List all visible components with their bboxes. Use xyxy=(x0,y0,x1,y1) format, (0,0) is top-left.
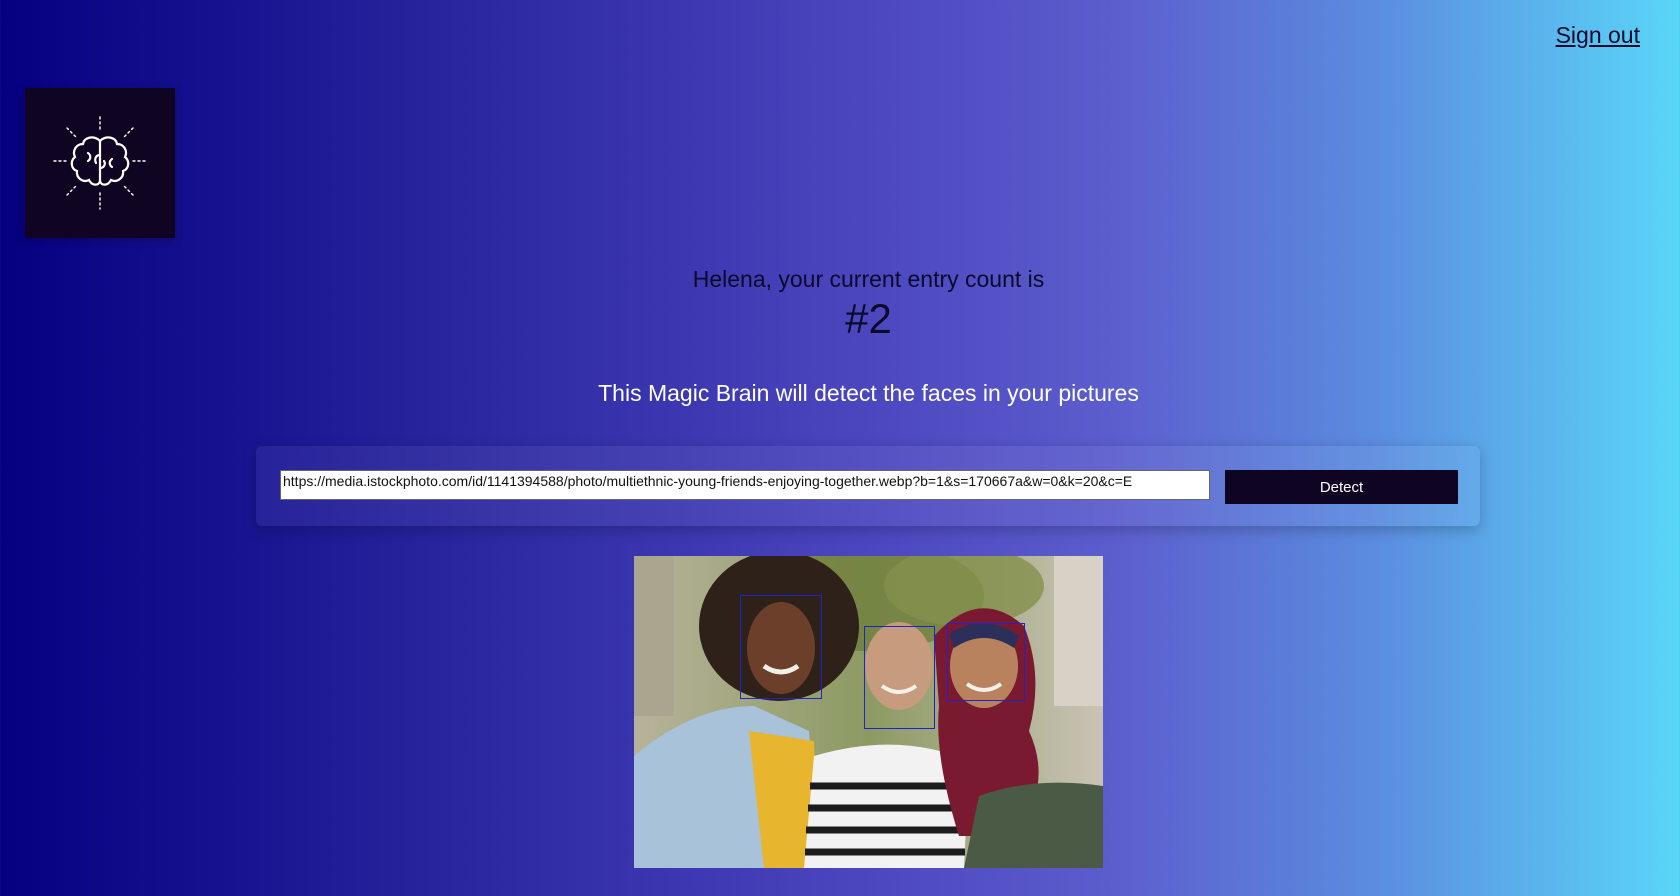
entry-count-value: #2 xyxy=(845,295,892,342)
entry-count-text: Helena, your current entry count is xyxy=(692,266,1045,292)
face-box xyxy=(947,623,1025,701)
image-url-input[interactable]: https://media.istockphoto.com/id/1141394… xyxy=(280,470,1210,500)
url-form-card: https://media.istockphoto.com/id/1141394… xyxy=(256,446,1480,526)
brain-logo xyxy=(25,88,175,238)
sign-out-link[interactable]: Sign out xyxy=(1556,22,1640,49)
brain-icon xyxy=(53,116,147,210)
detect-button[interactable]: Detect xyxy=(1225,470,1458,504)
face-box xyxy=(740,595,822,699)
face-box xyxy=(864,626,935,729)
detected-image xyxy=(634,556,1103,868)
page-tagline: This Magic Brain will detect the faces i… xyxy=(598,380,1139,406)
